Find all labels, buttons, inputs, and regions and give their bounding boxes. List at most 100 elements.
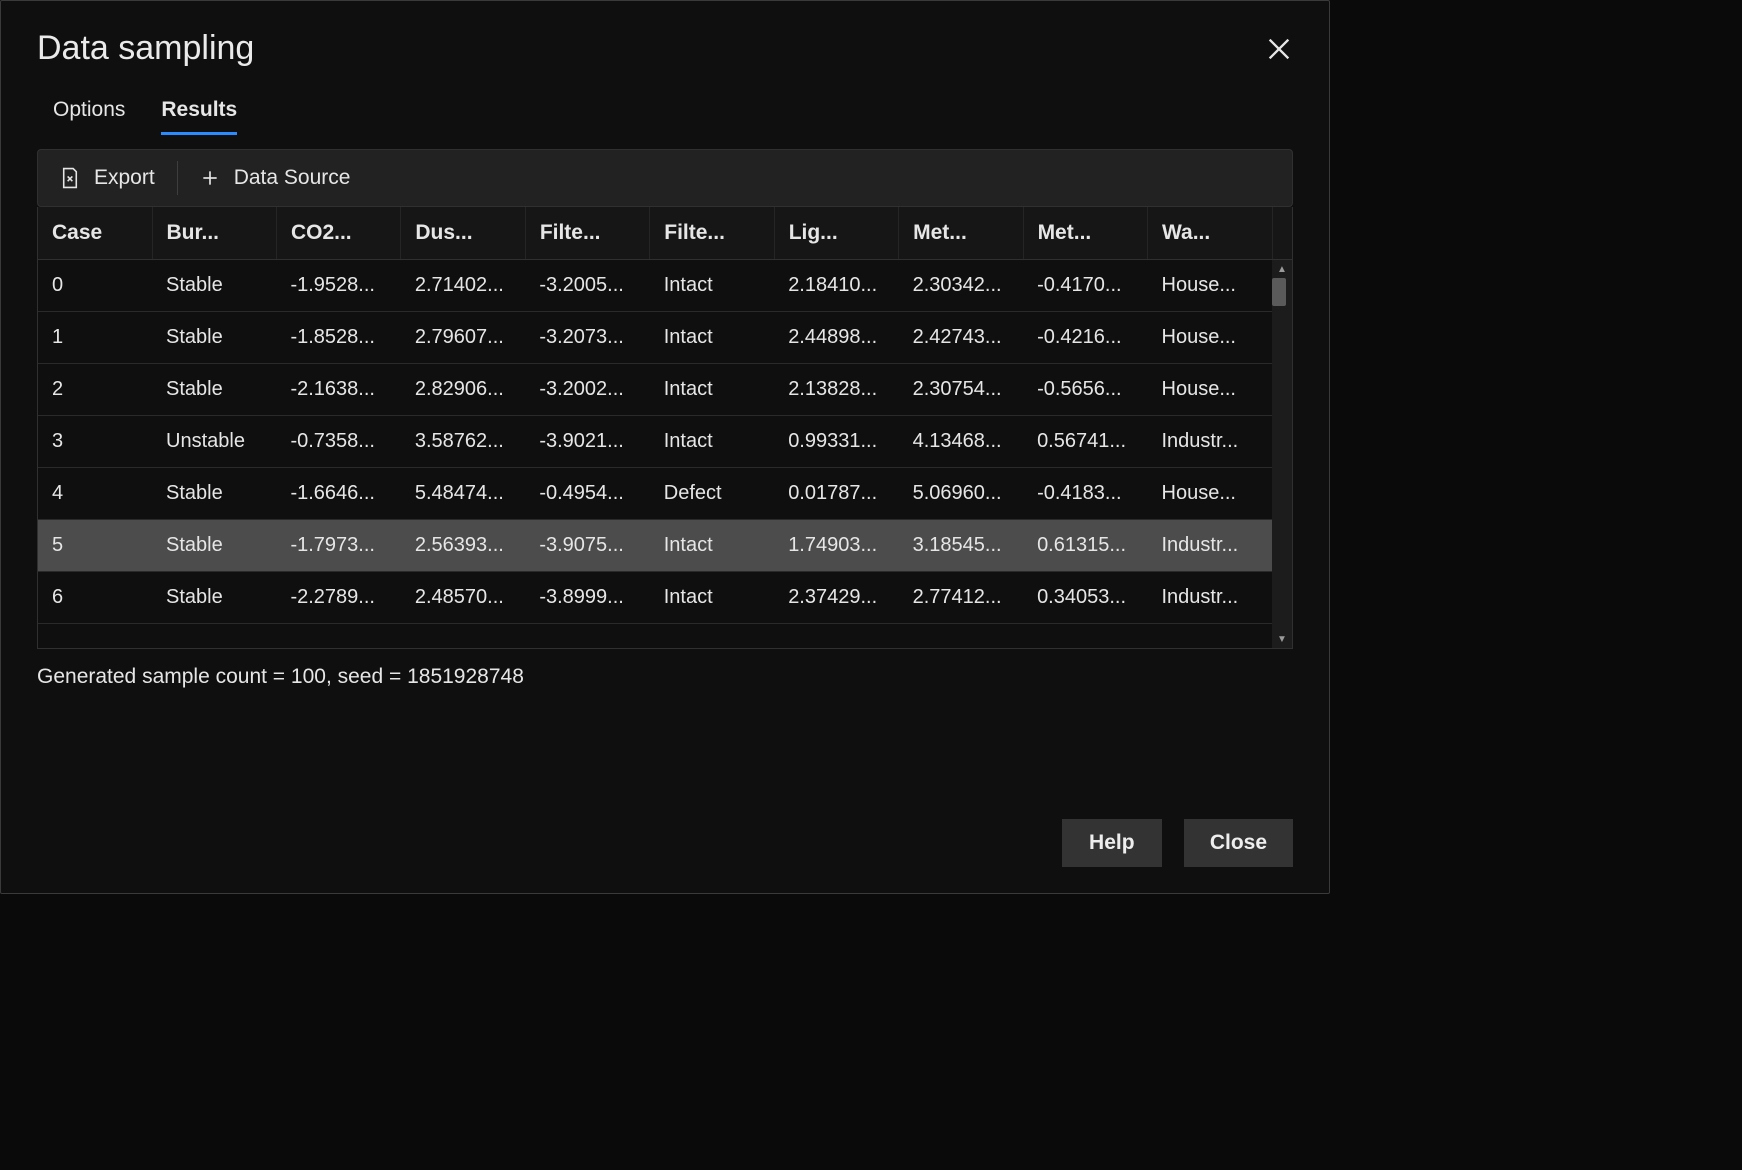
col-bur[interactable]: Bur... <box>152 207 276 260</box>
cell-met1: 5.06960... <box>899 468 1023 520</box>
cell-filt1: -3.9075... <box>525 520 649 572</box>
cell-filt1: -3.8999... <box>525 572 649 624</box>
cell-lig: 0.99331... <box>774 416 898 468</box>
cell-filt2: Intact <box>650 260 774 312</box>
col-lig[interactable]: Lig... <box>774 207 898 260</box>
cell-co2: -1.6646... <box>276 468 400 520</box>
scroll-down-arrow-icon[interactable]: ▼ <box>1272 630 1292 648</box>
col-met1[interactable]: Met... <box>899 207 1023 260</box>
col-case[interactable]: Case <box>38 207 152 260</box>
cell-co2: -2.1638... <box>276 364 400 416</box>
cell-dus: 2.82906... <box>401 364 525 416</box>
results-table-container: Case Bur... CO2... Dus... Filte... Filte… <box>37 207 1293 649</box>
cell-met2: 0.34053... <box>1023 572 1147 624</box>
scroll-thumb[interactable] <box>1272 278 1286 306</box>
cell-dus: 2.79607... <box>401 312 525 364</box>
cell-dus: 3.58762... <box>401 416 525 468</box>
table-row[interactable]: 5Stable-1.7973...2.56393...-3.9075...Int… <box>38 520 1292 572</box>
cell-met2: 0.61315... <box>1023 520 1147 572</box>
cell-co2: -1.7973... <box>276 520 400 572</box>
cell-wa: House... <box>1148 364 1273 416</box>
close-icon[interactable] <box>1265 35 1293 63</box>
cell-lig: 0.01787... <box>774 468 898 520</box>
titlebar: Data sampling <box>1 1 1329 80</box>
cell-dus: 2.56393... <box>401 520 525 572</box>
results-toolbar: Export Data Source <box>37 149 1293 207</box>
cell-filt1: -3.9021... <box>525 416 649 468</box>
cell-dus: 2.71402... <box>401 260 525 312</box>
cell-met2: -0.5656... <box>1023 364 1147 416</box>
col-wa[interactable]: Wa... <box>1148 207 1273 260</box>
cell-lig: 2.37429... <box>774 572 898 624</box>
data-source-button[interactable]: Data Source <box>178 150 373 206</box>
help-button[interactable]: Help <box>1062 819 1162 867</box>
cell-bur: Stable <box>152 520 276 572</box>
cell-met2: 0.56741... <box>1023 416 1147 468</box>
cell-co2: -1.8528... <box>276 312 400 364</box>
cell-met1: 2.30754... <box>899 364 1023 416</box>
cell-filt1: -3.2002... <box>525 364 649 416</box>
cell-filt1: -3.2073... <box>525 312 649 364</box>
cell-met1: 2.77412... <box>899 572 1023 624</box>
cell-filt2: Intact <box>650 520 774 572</box>
tab-options[interactable]: Options <box>53 98 125 135</box>
cell-bur: Stable <box>152 364 276 416</box>
scroll-track[interactable] <box>1272 278 1292 630</box>
cell-met2: -0.4216... <box>1023 312 1147 364</box>
cell-filt2: Defect <box>650 468 774 520</box>
results-table: Case Bur... CO2... Dus... Filte... Filte… <box>38 207 1292 624</box>
cell-case: 2 <box>38 364 152 416</box>
cell-bur: Stable <box>152 260 276 312</box>
col-co2[interactable]: CO2... <box>276 207 400 260</box>
status-text: Generated sample count = 100, seed = 185… <box>1 649 1329 689</box>
tab-bar: Options Results <box>1 80 1329 135</box>
table-row[interactable]: 1Stable-1.8528...2.79607...-3.2073...Int… <box>38 312 1292 364</box>
cell-case: 3 <box>38 416 152 468</box>
col-met2[interactable]: Met... <box>1023 207 1147 260</box>
cell-bur: Unstable <box>152 416 276 468</box>
table-row[interactable]: 2Stable-2.1638...2.82906...-3.2002...Int… <box>38 364 1292 416</box>
cell-lig: 2.44898... <box>774 312 898 364</box>
col-filt1[interactable]: Filte... <box>525 207 649 260</box>
tab-results[interactable]: Results <box>161 98 237 135</box>
cell-met2: -0.4183... <box>1023 468 1147 520</box>
export-button[interactable]: Export <box>38 150 177 206</box>
cell-case: 6 <box>38 572 152 624</box>
table-row[interactable]: 6Stable-2.2789...2.48570...-3.8999...Int… <box>38 572 1292 624</box>
cell-filt2: Intact <box>650 416 774 468</box>
cell-bur: Stable <box>152 468 276 520</box>
data-sampling-dialog: Data sampling Options Results Export <box>0 0 1330 894</box>
plus-icon <box>200 167 220 189</box>
dialog-title: Data sampling <box>37 29 254 68</box>
cell-filt1: -3.2005... <box>525 260 649 312</box>
export-icon <box>60 167 80 189</box>
cell-case: 1 <box>38 312 152 364</box>
col-dus[interactable]: Dus... <box>401 207 525 260</box>
cell-case: 5 <box>38 520 152 572</box>
cell-bur: Stable <box>152 312 276 364</box>
cell-bur: Stable <box>152 572 276 624</box>
cell-wa: House... <box>1148 260 1273 312</box>
close-button[interactable]: Close <box>1184 819 1293 867</box>
table-row[interactable]: 3Unstable-0.7358...3.58762...-3.9021...I… <box>38 416 1292 468</box>
cell-met1: 4.13468... <box>899 416 1023 468</box>
cell-filt2: Intact <box>650 364 774 416</box>
cell-wa: Industr... <box>1148 520 1273 572</box>
cell-case: 4 <box>38 468 152 520</box>
cell-filt2: Intact <box>650 572 774 624</box>
cell-wa: Industr... <box>1148 572 1273 624</box>
col-filt2[interactable]: Filte... <box>650 207 774 260</box>
cell-co2: -0.7358... <box>276 416 400 468</box>
cell-wa: Industr... <box>1148 416 1273 468</box>
table-row[interactable]: 4Stable-1.6646...5.48474...-0.4954...Def… <box>38 468 1292 520</box>
cell-wa: House... <box>1148 468 1273 520</box>
vertical-scrollbar[interactable]: ▲ ▼ <box>1272 260 1292 648</box>
export-label: Export <box>94 166 155 190</box>
cell-case: 0 <box>38 260 152 312</box>
cell-lig: 1.74903... <box>774 520 898 572</box>
cell-lig: 2.13828... <box>774 364 898 416</box>
cell-co2: -1.9528... <box>276 260 400 312</box>
cell-dus: 5.48474... <box>401 468 525 520</box>
scroll-up-arrow-icon[interactable]: ▲ <box>1272 260 1292 278</box>
table-row[interactable]: 0Stable-1.9528...2.71402...-3.2005...Int… <box>38 260 1292 312</box>
